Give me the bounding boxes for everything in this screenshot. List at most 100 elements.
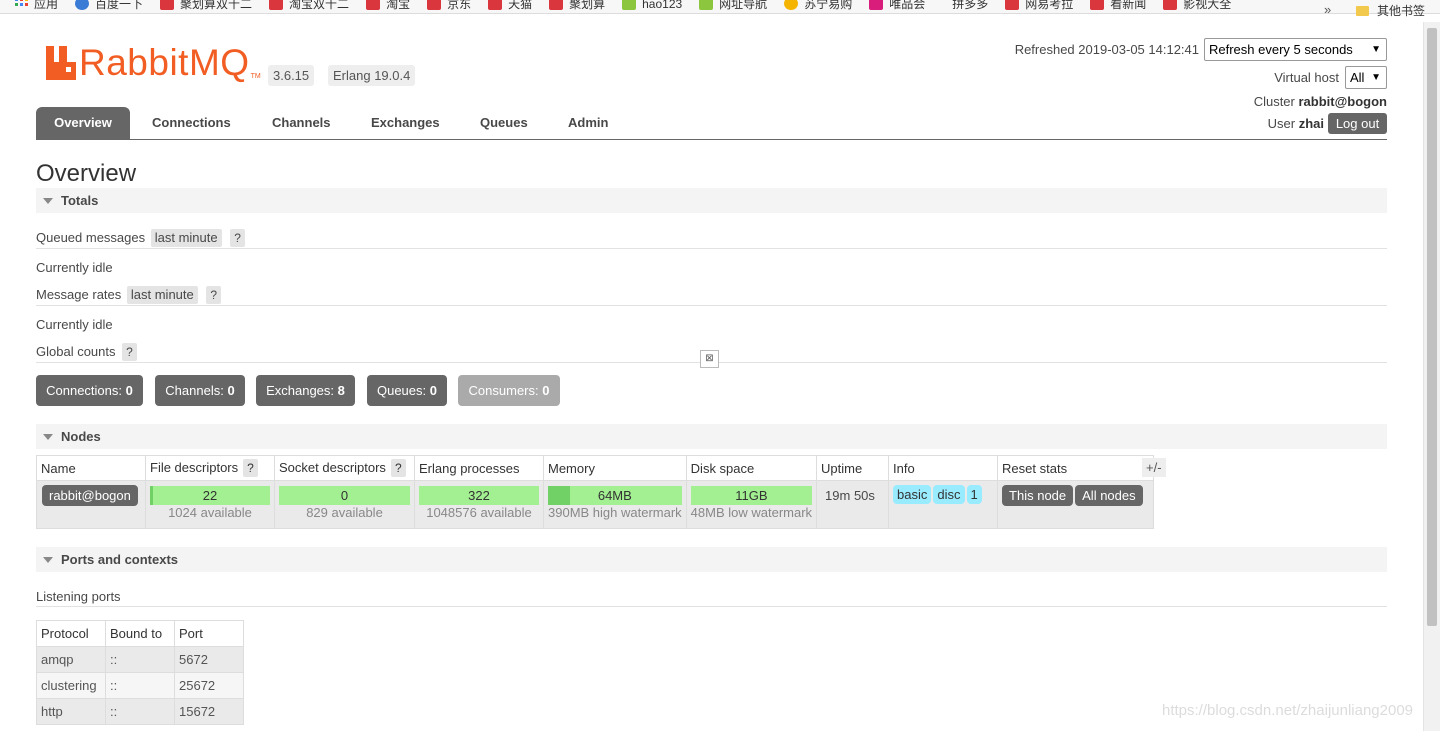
- dropdown-arrow-icon: ▼: [1371, 72, 1381, 83]
- bookmark-taobao-1212[interactable]: 淘宝双十二: [269, 0, 349, 12]
- bookmark-apps[interactable]: 应用: [14, 0, 58, 12]
- info-cell: basic disc 1: [888, 480, 999, 529]
- tab-overview[interactable]: Overview: [36, 107, 130, 139]
- socket-descriptors-available: 829 available: [306, 505, 383, 520]
- divider: [36, 305, 1387, 306]
- collapse-triangle-icon: [43, 434, 53, 440]
- file-descriptors-cell: 22 1024 available: [145, 480, 275, 529]
- bookmark-video[interactable]: 影视大全: [1163, 0, 1231, 12]
- reset-this-node-button[interactable]: This node: [1002, 485, 1074, 506]
- rates-range-selector[interactable]: last minute: [126, 286, 198, 304]
- virtual-host-label: Virtual host: [1274, 70, 1339, 85]
- port-protocol: clustering: [36, 672, 106, 699]
- collapse-triangle-icon: [43, 557, 53, 563]
- bookmark-taobao[interactable]: 淘宝: [366, 0, 410, 12]
- table-row: clustering :: 25672: [36, 672, 244, 699]
- help-icon[interactable]: ?: [243, 459, 258, 477]
- help-icon[interactable]: ?: [230, 229, 245, 247]
- refresh-interval-select[interactable]: Refresh every 5 seconds ▼: [1204, 38, 1387, 61]
- page-title: Overview: [36, 160, 137, 187]
- queues-count-badge[interactable]: Queues: 0: [367, 375, 447, 406]
- column-header-memory: Memory: [543, 455, 687, 481]
- node-name-link[interactable]: rabbit@bogon: [42, 485, 138, 506]
- disk-low-watermark: 48MB low watermark: [690, 505, 813, 520]
- column-header-socket-descriptors: Socket descriptors?: [274, 455, 415, 481]
- divider: [36, 606, 1387, 607]
- ports-section-header[interactable]: Ports and contexts: [36, 547, 1387, 572]
- uptime-value: 19m 50s: [825, 488, 875, 503]
- tab-channels[interactable]: Channels: [272, 107, 331, 139]
- jd-icon: [427, 0, 442, 10]
- bookmark-suning[interactable]: 苏宁易购: [784, 0, 852, 12]
- help-icon[interactable]: ?: [122, 343, 137, 361]
- memory-meter: 64MB: [548, 486, 682, 505]
- column-header-bound-to: Bound to: [105, 620, 175, 647]
- hao123-icon: [622, 0, 637, 10]
- port-number: 5672: [174, 646, 244, 673]
- disk-space-cell: 11GB 48MB low watermark: [685, 480, 818, 529]
- exchanges-count-badge[interactable]: Exchanges: 8: [256, 375, 355, 406]
- file-descriptors-meter: 22: [150, 486, 270, 505]
- page-scrollbar[interactable]: [1423, 22, 1440, 731]
- video-icon: [1163, 0, 1178, 10]
- rabbit-logo-icon: [46, 46, 76, 80]
- disk-space-meter: 11GB: [690, 486, 813, 505]
- bookmark-pinduoduo[interactable]: 拼多多: [952, 0, 988, 12]
- bookmark-other-folder[interactable]: 其他书签: [1356, 2, 1425, 19]
- nodes-section-header[interactable]: Nodes: [36, 424, 1387, 449]
- consumers-count-badge[interactable]: Consumers: 0: [458, 375, 560, 406]
- erlang-processes-available: 1048576 available: [426, 505, 532, 520]
- port-protocol: amqp: [36, 646, 106, 673]
- listening-ports-table: Protocol Bound to Port amqp :: 5672 clus…: [36, 620, 244, 725]
- navigation-icon: [699, 0, 714, 10]
- queued-messages-row: Queued messages last minute ?: [36, 229, 245, 247]
- dropdown-arrow-icon: ▼: [1371, 44, 1381, 55]
- bookmark-juhuasuan[interactable]: 聚划算: [549, 0, 605, 12]
- baidu-icon: [75, 0, 90, 10]
- rabbitmq-logo[interactable]: RabbitMQ TM: [46, 44, 261, 81]
- table-row: http :: 15672: [36, 698, 244, 725]
- bookmark-vip[interactable]: 唯品会: [869, 0, 925, 12]
- scrollbar-thumb[interactable]: [1427, 28, 1437, 626]
- collapse-triangle-icon: [43, 198, 53, 204]
- channels-count-badge[interactable]: Channels: 0: [155, 375, 245, 406]
- queued-idle-text: Currently idle: [36, 260, 113, 275]
- folder-icon: [1356, 5, 1369, 16]
- bookmark-juhuasuan-1212[interactable]: 聚划算双十二: [160, 0, 252, 12]
- column-header-name: Name: [36, 455, 146, 481]
- bookmark-baidu[interactable]: 百度一下: [75, 0, 143, 12]
- close-icon[interactable]: ⊠: [700, 350, 719, 368]
- bookmarks-more-button[interactable]: »: [1324, 2, 1331, 17]
- tab-connections[interactable]: Connections: [152, 107, 231, 139]
- ports-table-header: Protocol Bound to Port: [36, 620, 244, 647]
- bookmark-navigation[interactable]: 网址导航: [699, 0, 767, 12]
- queued-range-selector[interactable]: last minute: [150, 229, 222, 247]
- taobao-icon: [366, 0, 381, 10]
- connections-count-badge[interactable]: Connections: 0: [36, 375, 143, 406]
- column-header-uptime: Uptime: [816, 455, 890, 481]
- info-badge-disc[interactable]: disc: [933, 485, 965, 504]
- help-icon[interactable]: ?: [390, 459, 406, 477]
- totals-section-header[interactable]: Totals: [36, 188, 1387, 213]
- info-badge-basic[interactable]: basic: [893, 485, 932, 504]
- help-icon[interactable]: ?: [206, 286, 222, 304]
- bookmark-jd[interactable]: 京东: [427, 0, 471, 12]
- bookmark-kaola[interactable]: 网易考拉: [1005, 0, 1073, 12]
- tab-exchanges[interactable]: Exchanges: [371, 107, 440, 139]
- memory-cell: 64MB 390MB high watermark: [543, 480, 687, 529]
- bookmark-news[interactable]: 看新闻: [1090, 0, 1146, 12]
- reset-all-nodes-button[interactable]: All nodes: [1075, 485, 1143, 506]
- port-number: 25672: [174, 672, 244, 699]
- virtual-host-select[interactable]: All ▼: [1345, 66, 1387, 89]
- table-row: rabbit@bogon 22 1024 available 0 829 ava…: [36, 480, 1155, 529]
- tab-queues[interactable]: Queues: [480, 107, 528, 139]
- info-badge-count[interactable]: 1: [966, 485, 982, 504]
- toggle-columns-button[interactable]: +/-: [1142, 458, 1166, 477]
- juhuasuan-icon: [549, 0, 564, 10]
- message-rates-row: Message rates last minute ?: [36, 286, 222, 304]
- bookmark-tmall[interactable]: 天猫: [488, 0, 532, 12]
- tab-admin[interactable]: Admin: [568, 107, 608, 139]
- bookmark-hao123[interactable]: hao123: [622, 0, 682, 11]
- suning-icon: [784, 0, 799, 10]
- erlang-processes-cell: 322 1048576 available: [414, 480, 544, 529]
